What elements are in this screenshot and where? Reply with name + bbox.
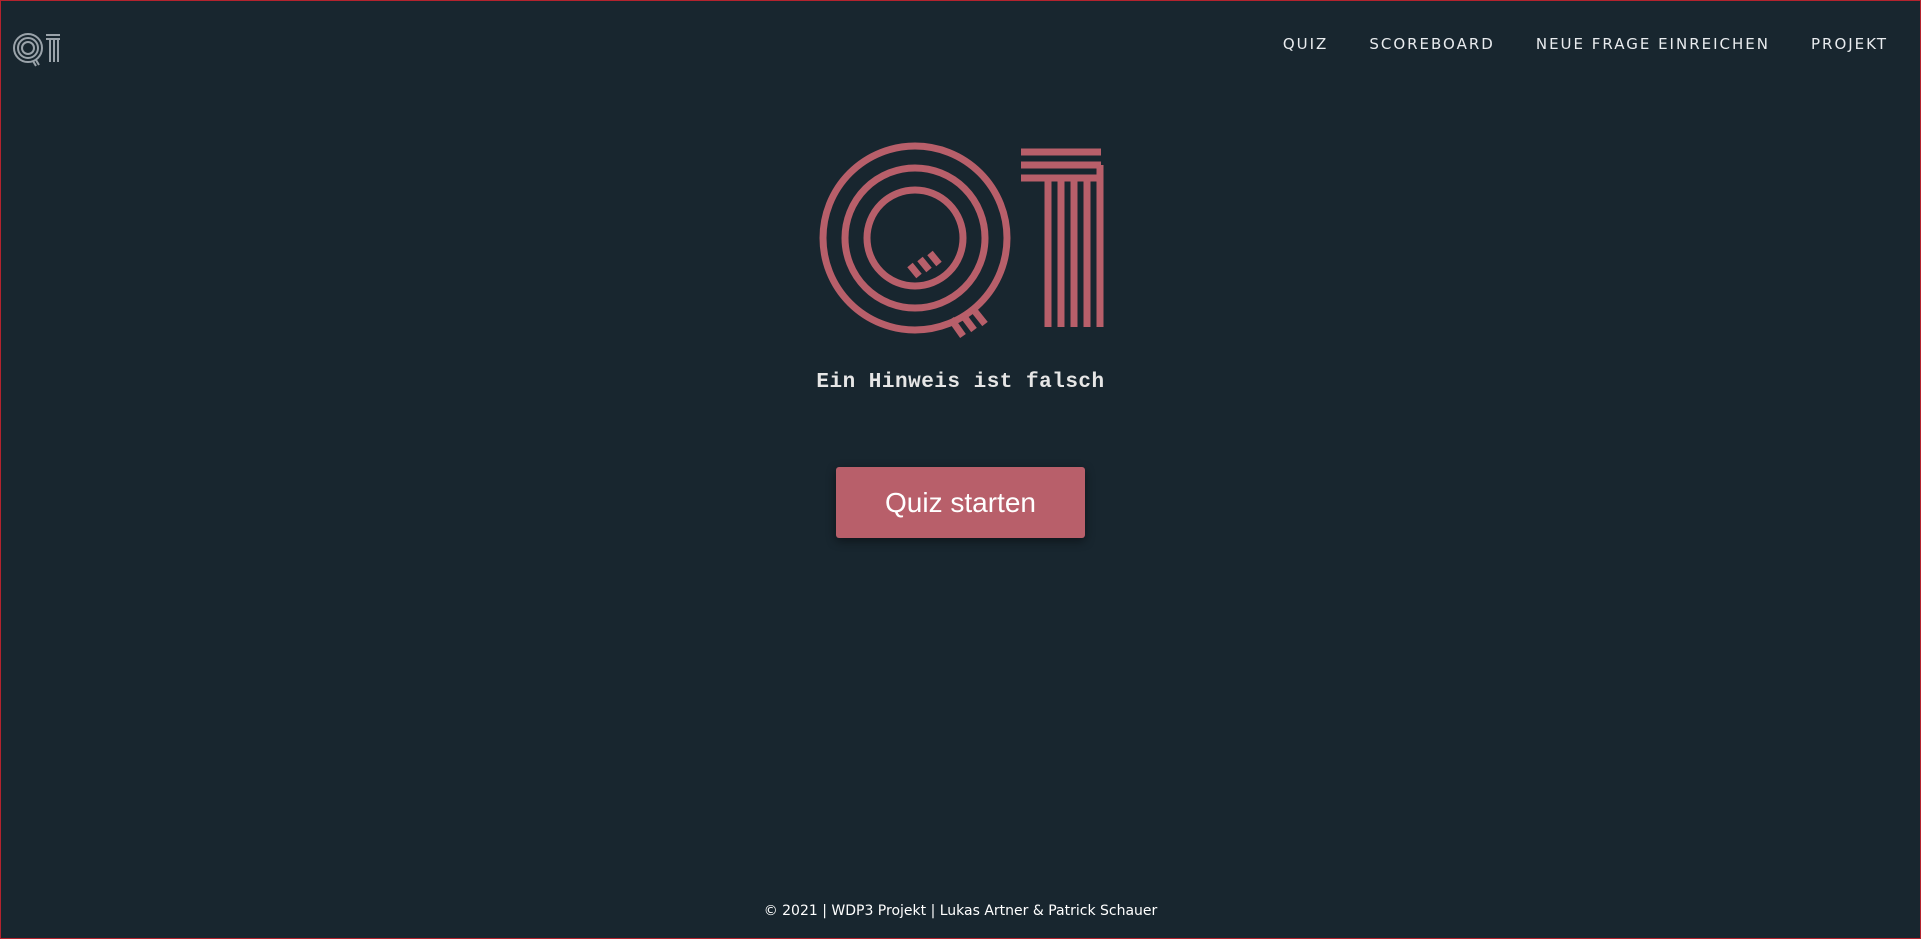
hero-logo xyxy=(811,139,1105,355)
footer-text: © 2021 | WDP3 Projekt | Lukas Artner & P… xyxy=(763,903,1158,919)
start-quiz-button[interactable]: Quiz starten xyxy=(836,467,1085,538)
page: QUIZ SCOREBOARD NEUE FRAGE EINREICHEN PR… xyxy=(1,1,1920,938)
hero-subtitle: Ein Hinweis ist falsch xyxy=(816,371,1105,394)
nav-link-neue-frage[interactable]: NEUE FRAGE EINREICHEN xyxy=(1536,31,1770,57)
nav-link-scoreboard[interactable]: SCOREBOARD xyxy=(1369,31,1495,57)
main-nav: QUIZ SCOREBOARD NEUE FRAGE EINREICHEN PR… xyxy=(1283,31,1888,57)
nav-link-projekt[interactable]: PROJEKT xyxy=(1811,31,1888,57)
nav-link-quiz[interactable]: QUIZ xyxy=(1283,31,1329,57)
q1-logo-icon[interactable] xyxy=(13,32,63,70)
